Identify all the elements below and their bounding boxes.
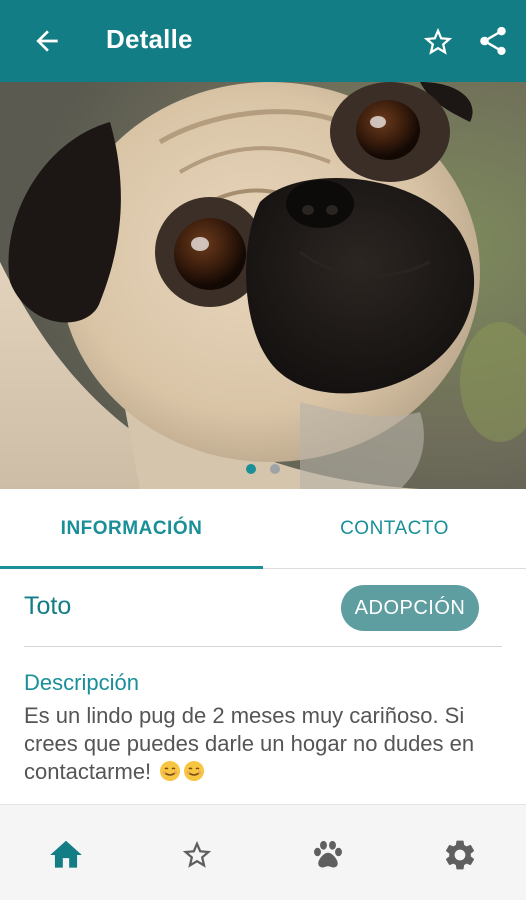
- tab-bar: INFORMACIÓN CONTACTO: [0, 489, 526, 569]
- tab-informacion[interactable]: INFORMACIÓN: [0, 489, 263, 569]
- share-icon: [480, 26, 506, 56]
- page-dot-1[interactable]: [246, 464, 256, 474]
- nav-home[interactable]: [46, 835, 86, 875]
- nav-pets[interactable]: [308, 835, 348, 875]
- divider: [24, 646, 502, 647]
- app-bar: Detalle: [0, 0, 526, 82]
- tab-indicator: [0, 566, 263, 569]
- gear-icon: [445, 840, 475, 870]
- pet-name: Toto: [24, 592, 72, 620]
- description-title: Descripción: [24, 670, 139, 695]
- smiling-emoji-icon: [159, 760, 181, 782]
- home-icon: [50, 840, 82, 868]
- star-outline-icon: [182, 840, 212, 868]
- page-title: Detalle: [106, 24, 193, 54]
- nav-favorites[interactable]: [177, 835, 217, 875]
- page-dot-2[interactable]: [270, 464, 280, 474]
- tab-contacto[interactable]: CONTACTO: [263, 489, 526, 569]
- share-button[interactable]: [474, 22, 512, 60]
- description-text: Es un lindo pug de 2 meses muy cariñoso.…: [24, 702, 494, 786]
- back-button[interactable]: [28, 22, 66, 60]
- star-outline-icon: [423, 27, 453, 55]
- favorite-button[interactable]: [420, 24, 456, 60]
- arrow-back-icon: [36, 30, 58, 52]
- paw-icon: [314, 840, 342, 868]
- photo-gallery[interactable]: [0, 82, 526, 489]
- nav-settings[interactable]: [440, 835, 480, 875]
- description-body: Es un lindo pug de 2 meses muy cariñoso.…: [24, 703, 475, 784]
- smiling-emoji-icon: [183, 760, 205, 782]
- pug-photo: [0, 82, 526, 489]
- gallery-page-indicator: [0, 464, 526, 474]
- bottom-navigation: [0, 804, 526, 900]
- status-badge: ADOPCIÓN: [341, 585, 479, 631]
